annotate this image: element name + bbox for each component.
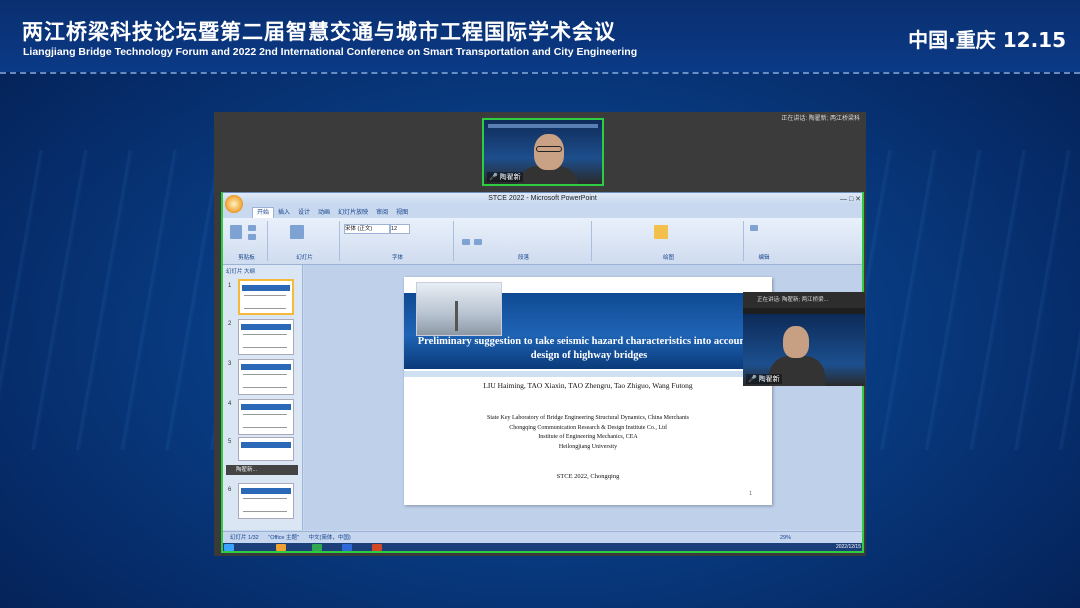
tab-home[interactable]: 开始 bbox=[252, 207, 275, 218]
taskbar-app-icon[interactable] bbox=[312, 544, 322, 551]
slide-thumbnail-pane: 幻灯片 大纲 1 2 3 4 5 陶翟新... 6 bbox=[222, 265, 303, 530]
shared-screen: 正在讲话: 陶翟新; 两江桥梁科 🎤 陶翟新 STCE 2022 - Micro… bbox=[214, 112, 866, 556]
current-slide[interactable]: Preliminary suggestion to take seismic h… bbox=[404, 277, 772, 505]
zoom-speaker-status: 正在讲话: 陶翟新; 两江桥梁科 bbox=[781, 116, 860, 122]
banner-title-en: Liangjiang Bridge Technology Forum and 2… bbox=[23, 46, 638, 58]
cam2-name-label: 🎤 陶翟新 bbox=[746, 374, 782, 384]
group-label-slides: 幻灯片 bbox=[296, 255, 313, 261]
ribbon-tabs: 开始 插入 设计 动画 幻灯片放映 审阅 视图 bbox=[252, 207, 412, 218]
slide-thumbnail[interactable] bbox=[238, 483, 294, 519]
tab-insert[interactable]: 插入 bbox=[274, 208, 294, 218]
paste-icon[interactable] bbox=[230, 225, 242, 239]
cut-icon[interactable] bbox=[248, 225, 256, 231]
slide-authors: LIU Haiming, TAO Xiaxin, TAO Zhengru, Ta… bbox=[483, 381, 693, 390]
ribbon-group-editing[interactable]: 编辑 bbox=[746, 221, 782, 261]
tab-view[interactable]: 视图 bbox=[392, 208, 412, 218]
ribbon-group-clipboard[interactable]: 剪贴板 bbox=[226, 221, 268, 261]
powerpoint-taskbar-icon[interactable] bbox=[372, 544, 382, 551]
group-label-drawing: 绘图 bbox=[662, 255, 674, 261]
tab-slideshow[interactable]: 幻灯片放映 bbox=[334, 208, 372, 218]
tab-animation[interactable]: 动画 bbox=[314, 208, 334, 218]
ppt-title-bar: STCE 2022 - Microsoft PowerPoint — □ ✕ bbox=[222, 193, 863, 205]
window-control-buttons[interactable]: — □ ✕ bbox=[840, 194, 861, 206]
tab-design[interactable]: 设计 bbox=[294, 208, 314, 218]
speaker-video-tile[interactable]: 🎤 陶翟新 bbox=[482, 118, 604, 186]
cam2-video: 🎤 陶翟新 bbox=[743, 314, 865, 386]
affiliation-line: Heilongjiang University bbox=[558, 443, 618, 450]
thumb-number: 2 bbox=[228, 321, 232, 327]
new-slide-icon[interactable] bbox=[290, 225, 304, 239]
video-background-banner bbox=[488, 124, 598, 128]
group-label-editing: 编辑 bbox=[758, 255, 770, 261]
affiliation-line: Chongqing Communication Research & Desig… bbox=[509, 424, 667, 431]
pane-tabs[interactable]: 幻灯片 大纲 bbox=[226, 267, 255, 275]
slide-conference: STCE 2022, Chongqing bbox=[556, 473, 620, 480]
ribbon-group-slides[interactable]: 幻灯片 bbox=[270, 221, 340, 261]
zoom-top-strip: 正在讲话: 陶翟新; 两江桥梁科 🎤 陶翟新 bbox=[214, 112, 866, 192]
ribbon-group-font[interactable]: 宋体 (正文) 12 字体 bbox=[342, 221, 454, 261]
group-label-clipboard: 剪贴板 bbox=[238, 255, 255, 261]
font-name-select[interactable]: 宋体 (正文) bbox=[344, 224, 390, 234]
thumb-number: 4 bbox=[228, 401, 232, 407]
slide-page-number: 1 bbox=[749, 491, 752, 497]
group-label-paragraph: 段落 bbox=[517, 255, 529, 261]
speaker-video-panel[interactable]: 正在讲话: 陶翟新; 两江桥梁... 🎤 陶翟新 bbox=[743, 292, 865, 386]
banner-title-cn: 两江桥梁科技论坛暨第二届智慧交通与城市工程国际学术会议 bbox=[22, 20, 616, 44]
group-label-font: 字体 bbox=[391, 255, 403, 261]
thumb-number: 3 bbox=[228, 361, 232, 367]
cam2-status: 正在讲话: 陶翟新; 两江桥梁... bbox=[743, 292, 865, 308]
speaker-glasses bbox=[536, 146, 562, 152]
thumb-number: 1 bbox=[228, 283, 232, 289]
align-left-icon[interactable] bbox=[462, 239, 470, 245]
slide-affiliations: State Key Laboratory of Bridge Engineeri… bbox=[404, 414, 772, 452]
office-button-icon[interactable] bbox=[225, 195, 243, 213]
conference-banner: 两江桥梁科技论坛暨第二届智慧交通与城市工程国际学术会议 Liangjiang B… bbox=[0, 0, 1080, 72]
banner-location-date: 中国·重庆 12.15 bbox=[908, 28, 1066, 52]
tray-date: 2022/12/15 bbox=[835, 544, 861, 550]
taskbar-app-icon[interactable] bbox=[276, 544, 286, 551]
status-slide-count: 幻灯片 1/32 bbox=[230, 535, 259, 541]
copy-icon[interactable] bbox=[248, 234, 256, 240]
ppt-window-title: STCE 2022 - Microsoft PowerPoint bbox=[488, 195, 597, 202]
speaker-head bbox=[534, 134, 564, 170]
slide-stripe bbox=[404, 371, 772, 377]
slide-thumbnail[interactable] bbox=[238, 437, 294, 461]
thumb-number: 6 bbox=[228, 487, 232, 493]
speaker-tooltip: 陶翟新... bbox=[226, 465, 298, 475]
ppt-ribbon: 剪贴板 幻灯片 宋体 (正文) 12 字体 段落 绘图 编辑 bbox=[222, 218, 863, 265]
banner-divider bbox=[0, 72, 1080, 74]
align-center-icon[interactable] bbox=[474, 239, 482, 245]
slide-title: Preliminary suggestion to take seismic h… bbox=[417, 336, 761, 361]
find-icon[interactable] bbox=[750, 225, 758, 231]
bridge-photo bbox=[416, 282, 502, 336]
arrange-icon[interactable] bbox=[654, 225, 668, 239]
status-theme: "Office 主题" bbox=[268, 535, 299, 541]
affiliation-line: State Key Laboratory of Bridge Engineeri… bbox=[487, 415, 689, 421]
start-icon[interactable] bbox=[224, 544, 234, 551]
font-size-select[interactable]: 12 bbox=[390, 224, 410, 234]
thumb-number: 5 bbox=[228, 439, 232, 445]
slide-thumbnail[interactable] bbox=[238, 359, 294, 395]
slide-thumbnail[interactable] bbox=[238, 399, 294, 435]
speaker-name-label: 🎤 陶翟新 bbox=[487, 172, 523, 182]
taskbar-app-icon[interactable] bbox=[342, 544, 352, 551]
slide-thumbnail[interactable] bbox=[238, 319, 294, 355]
slide-thumbnail[interactable] bbox=[238, 279, 294, 315]
affiliation-line: Institute of Engineering Mechanics, CEA bbox=[538, 434, 638, 440]
status-language: 中文(简体，中国) bbox=[308, 535, 351, 541]
speaker-head bbox=[783, 326, 809, 358]
tab-review[interactable]: 审阅 bbox=[372, 208, 392, 218]
ribbon-group-paragraph[interactable]: 段落 bbox=[456, 221, 592, 261]
windows-taskbar: 2022/12/15 bbox=[222, 543, 863, 552]
ribbon-group-drawing[interactable]: 绘图 bbox=[594, 221, 744, 261]
bridge-tower-icon bbox=[455, 301, 458, 331]
